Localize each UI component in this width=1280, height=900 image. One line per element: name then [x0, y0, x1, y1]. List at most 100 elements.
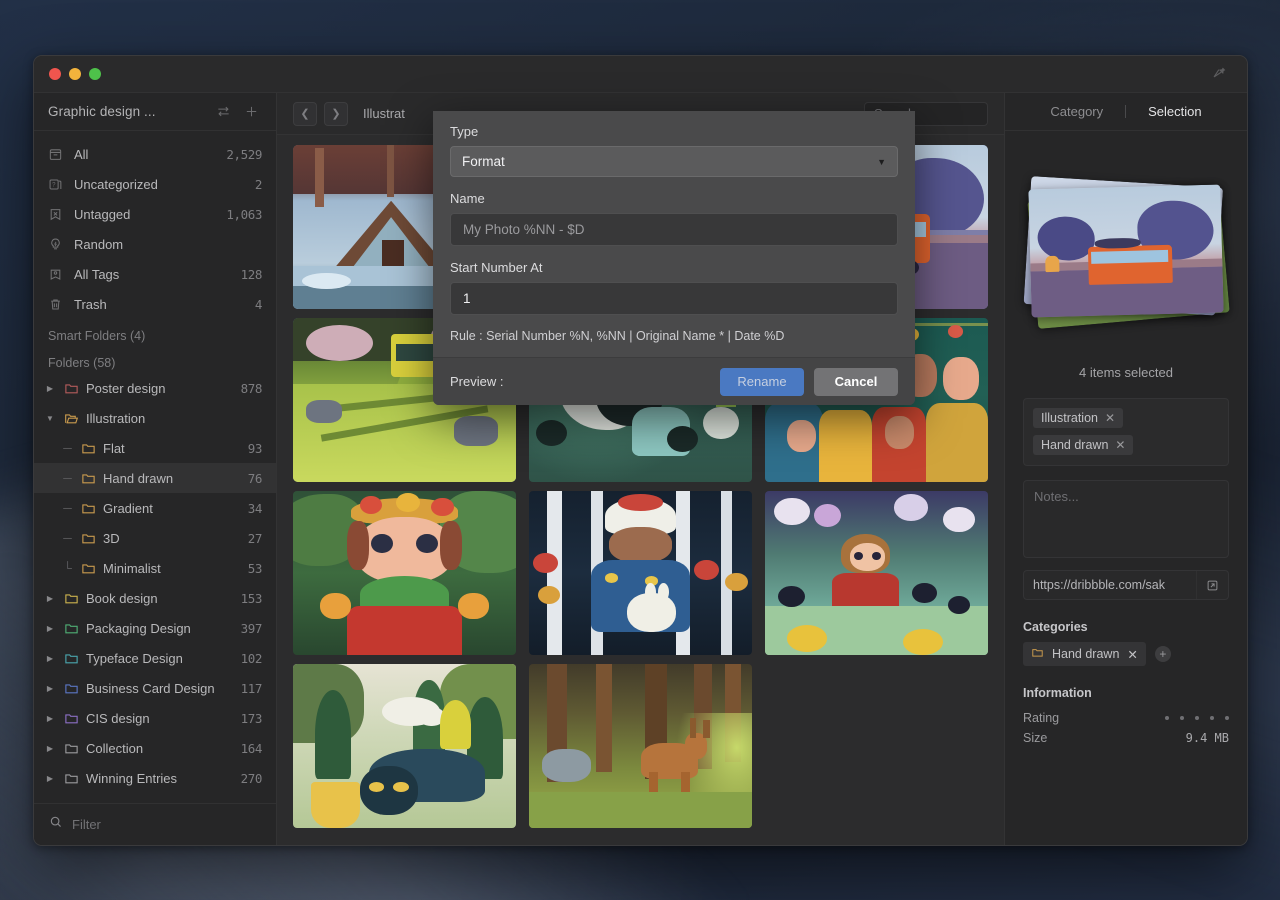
chevron-right-icon[interactable]: ▶ [43, 624, 57, 633]
plus-circle-icon[interactable]: + [1154, 646, 1171, 662]
chevron-right-icon[interactable]: ▶ [43, 744, 57, 753]
switch-library-icon[interactable] [212, 101, 234, 123]
rating-star[interactable] [1210, 716, 1214, 720]
rating-star[interactable] [1225, 716, 1229, 720]
thumbnail-cell[interactable] [293, 664, 516, 828]
thumbnail-cell[interactable] [765, 491, 988, 655]
folder-item[interactable]: ─ Hand drawn 76 [34, 463, 276, 493]
sidebar-item-count: 1,063 [226, 206, 262, 222]
rating-stars[interactable] [1165, 716, 1229, 720]
folder-icon [64, 771, 79, 786]
close-icon[interactable]: ✕ [1115, 438, 1125, 452]
sidebar-item-label: Random [74, 236, 124, 252]
folder-count: 53 [247, 560, 263, 576]
folder-label: Book design [86, 590, 158, 606]
sidebar-item-uncategorized[interactable]: ? Uncategorized 2 [34, 169, 276, 199]
chevron-down-icon[interactable]: ▼ [43, 414, 57, 423]
back-button[interactable]: ❮ [293, 101, 317, 126]
sidebar-filter[interactable]: Filter [34, 803, 276, 845]
sidebar-item-random[interactable]: Random [34, 229, 276, 259]
tab-selection[interactable]: Selection [1126, 104, 1223, 119]
rating-star[interactable] [1195, 716, 1199, 720]
pin-icon[interactable] [1212, 64, 1227, 84]
tab-category[interactable]: Category [1028, 104, 1125, 119]
selection-preview[interactable] [1005, 131, 1247, 371]
type-select[interactable]: Format ▼ [450, 146, 898, 177]
chevron-right-icon[interactable]: ▶ [43, 714, 57, 723]
lightbulb-icon [47, 236, 64, 253]
chevron-right-icon[interactable]: ▶ [43, 594, 57, 603]
tree-branch-line: ─ [63, 441, 72, 455]
add-icon[interactable] [240, 101, 262, 123]
folder-item[interactable]: ▶ Business Card Design 117 [34, 673, 276, 703]
sidebar-item-untagged[interactable]: Untagged 1,063 [34, 199, 276, 229]
folder-item[interactable]: ▶ Typeface Design 102 [34, 643, 276, 673]
folders-label[interactable]: Folders (58) [34, 346, 276, 373]
notes-field[interactable]: Notes... [1023, 480, 1229, 558]
chevron-right-icon[interactable]: ▶ [43, 654, 57, 663]
sidebar-item-all[interactable]: All 2,529 [34, 139, 276, 169]
chevron-down-icon: ▼ [877, 156, 886, 167]
chevron-right-icon[interactable]: ▶ [43, 684, 57, 693]
folder-label: Collection [86, 740, 144, 756]
rating-star[interactable] [1180, 716, 1184, 720]
sidebar-item-all-tags[interactable]: All Tags 128 [34, 259, 276, 289]
chevron-right-icon[interactable]: ▶ [43, 384, 57, 393]
folder-label: Gradient [103, 500, 153, 516]
folder-item[interactable]: └ Minimalist 53 [34, 553, 276, 583]
size-row: Size 9.4 MB [1023, 728, 1229, 748]
library-name[interactable]: Graphic design ... [48, 104, 206, 119]
folder-item[interactable]: ▶ Collection 164 [34, 733, 276, 763]
category-chip[interactable]: Hand drawn ✕ [1023, 642, 1146, 666]
folder-item[interactable]: ─ 3D 27 [34, 523, 276, 553]
folder-label: Poster design [86, 380, 166, 396]
smart-folders-label[interactable]: Smart Folders (4) [34, 319, 276, 346]
url-field[interactable]: https://dribbble.com/sak [1023, 570, 1229, 600]
folder-label: Business Card Design [86, 680, 215, 696]
rating-star[interactable] [1165, 716, 1169, 720]
folder-item[interactable]: ▶ Winning Entries 270 [34, 763, 276, 793]
folder-item[interactable]: ▼ Illustration [34, 403, 276, 433]
thumbnail-cell[interactable] [529, 664, 752, 828]
minimize-window-button[interactable] [69, 68, 81, 80]
folder-icon [64, 411, 79, 426]
sidebar-filter-placeholder: Filter [72, 817, 101, 832]
maximize-window-button[interactable] [89, 68, 101, 80]
trash-icon [47, 296, 64, 313]
start-number-input[interactable]: 1 [450, 282, 898, 315]
rename-button[interactable]: Rename [720, 367, 804, 396]
close-icon[interactable]: ✕ [1127, 647, 1137, 662]
cancel-button[interactable]: Cancel [814, 367, 898, 396]
folder-label: 3D [103, 530, 120, 546]
tag-label: Illustration [1041, 411, 1098, 425]
close-window-button[interactable] [49, 68, 61, 80]
rating-row: Rating [1023, 708, 1229, 728]
external-link-icon[interactable] [1196, 571, 1228, 599]
folder-item[interactable]: ▶ Poster design 878 [34, 373, 276, 403]
folder-item[interactable]: ─ Gradient 34 [34, 493, 276, 523]
folder-item[interactable]: ─ Flat 93 [34, 433, 276, 463]
question-card-icon: ? [47, 176, 64, 193]
thumbnail-cell[interactable] [293, 491, 516, 655]
folder-count: 76 [247, 470, 263, 486]
folder-item[interactable]: ▶ Book design 153 [34, 583, 276, 613]
folder-count: 173 [240, 710, 263, 726]
folder-icon [81, 471, 96, 486]
close-icon[interactable]: ✕ [1105, 411, 1115, 425]
thumbnail-cell[interactable] [529, 491, 752, 655]
sidebar-item-trash[interactable]: Trash 4 [34, 289, 276, 319]
folder-item[interactable]: ▶ Packaging Design 397 [34, 613, 276, 643]
folder-count: 102 [240, 650, 263, 666]
url-value: https://dribbble.com/sak [1033, 578, 1166, 592]
tag-chip[interactable]: Hand drawn ✕ [1033, 435, 1134, 455]
chevron-right-icon[interactable]: ▶ [43, 774, 57, 783]
folder-icon [64, 591, 79, 606]
folder-icon [64, 711, 79, 726]
breadcrumb[interactable]: Illustrat [363, 106, 405, 121]
folder-item[interactable]: ▶ CIS design 173 [34, 703, 276, 733]
name-input[interactable]: My Photo %NN - $D [450, 213, 898, 246]
tag-chip[interactable]: Illustration ✕ [1033, 408, 1124, 428]
forward-button[interactable]: ❯ [324, 101, 348, 126]
folder-count: 397 [240, 620, 263, 636]
app-window: Graphic design ... All 2,529 ? Uncategor… [33, 55, 1248, 846]
